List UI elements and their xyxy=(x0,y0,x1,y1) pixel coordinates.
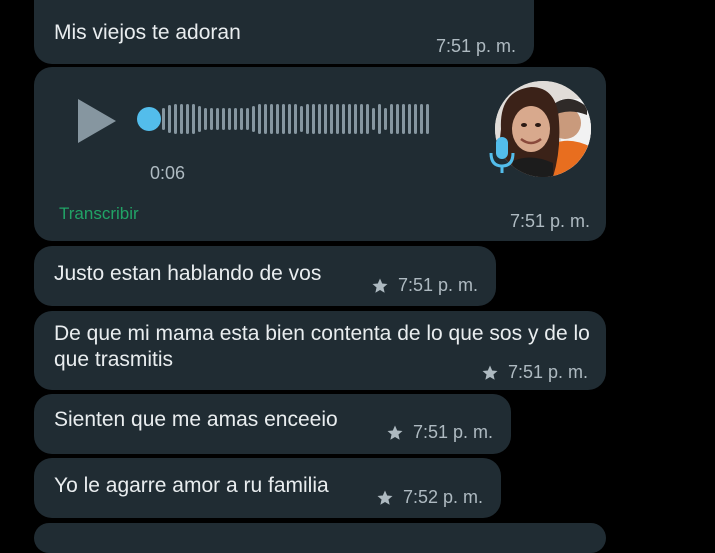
message-meta: 7:51 p. m. xyxy=(386,422,493,443)
message-time: 7:51 p. m. xyxy=(509,211,590,231)
waveform-bar xyxy=(300,106,303,132)
star-icon xyxy=(481,364,499,382)
message-time: 7:52 p. m. xyxy=(402,487,483,507)
waveform-bar xyxy=(408,104,411,134)
voice-message-bubble[interactable]: 0:06 Transcribir 7:51 p. m. xyxy=(34,67,606,241)
waveform-bar xyxy=(342,104,345,134)
waveform-bar xyxy=(216,108,219,130)
waveform-bar xyxy=(426,104,429,134)
waveform-bar xyxy=(294,104,297,134)
star-icon xyxy=(376,489,394,507)
message-meta: 7:51 p. m. xyxy=(371,275,478,296)
waveform-bar xyxy=(372,108,375,130)
waveform-bar xyxy=(378,104,381,134)
star-icon xyxy=(371,277,389,295)
voice-duration: 0:06 xyxy=(150,163,186,183)
waveform-bar xyxy=(288,104,291,134)
message-bubble[interactable]: Sienten que me amas enceeio 7:51 p. m. xyxy=(34,394,511,454)
voice-waveform[interactable] xyxy=(162,101,429,137)
message-bubble[interactable]: Justo estan hablando de vos 7:51 p. m. xyxy=(34,246,496,306)
waveform-bar xyxy=(168,105,171,133)
voice-progress-handle[interactable] xyxy=(137,107,161,131)
waveform-bar xyxy=(396,104,399,134)
message-meta: 7:52 p. m. xyxy=(376,487,483,508)
waveform-bar xyxy=(384,108,387,130)
waveform-bar xyxy=(402,104,405,134)
transcribe-link[interactable]: Transcribir xyxy=(59,204,139,224)
message-text: Yo le agarre amor a ru familia xyxy=(54,474,329,497)
waveform-bar xyxy=(264,104,267,134)
waveform-bar xyxy=(390,104,393,134)
play-button[interactable] xyxy=(76,97,120,145)
waveform-bar xyxy=(240,108,243,130)
message-text: Mis viejos te adoran xyxy=(54,21,241,44)
waveform-bar xyxy=(360,104,363,134)
waveform-bar xyxy=(414,104,417,134)
waveform-bar xyxy=(270,104,273,134)
waveform-bar xyxy=(312,104,315,134)
waveform-bar xyxy=(204,108,207,130)
message-text: Justo estan hablando de vos xyxy=(54,262,322,285)
message-time: 7:51 p. m. xyxy=(397,275,478,295)
message-bubble[interactable]: De que mi mama esta bien contenta de lo … xyxy=(34,311,606,390)
waveform-bar xyxy=(192,104,195,134)
waveform-bar xyxy=(258,104,261,134)
waveform-bar xyxy=(180,104,183,134)
waveform-bar xyxy=(420,104,423,134)
waveform-bar xyxy=(306,104,309,134)
waveform-bar xyxy=(210,108,213,130)
waveform-bar xyxy=(252,106,255,132)
message-time: 7:51 p. m. xyxy=(412,422,493,442)
message-time: 7:51 p. m. xyxy=(507,362,588,382)
waveform-bar xyxy=(348,104,351,134)
waveform-bar xyxy=(234,108,237,130)
waveform-bar xyxy=(186,104,189,134)
waveform-bar xyxy=(330,104,333,134)
waveform-bar xyxy=(162,108,165,130)
waveform-bar xyxy=(228,108,231,130)
microphone-icon xyxy=(489,135,515,175)
waveform-bar xyxy=(246,108,249,130)
message-meta: 7:51 p. m. xyxy=(481,362,588,383)
waveform-bar xyxy=(318,104,321,134)
play-icon xyxy=(78,99,116,143)
waveform-bar xyxy=(222,108,225,130)
waveform-bar xyxy=(324,104,327,134)
waveform-bar xyxy=(282,104,285,134)
message-bubble-partial[interactable]: Mis viejos te adoran 7:51 p. m. xyxy=(34,0,534,64)
message-text: Sienten que me amas enceeio xyxy=(54,408,338,431)
waveform-bar xyxy=(354,104,357,134)
message-bubble[interactable]: Yo le agarre amor a ru familia 7:52 p. m… xyxy=(34,458,501,518)
waveform-bar xyxy=(366,104,369,134)
message-time: 7:51 p. m. xyxy=(435,36,516,56)
waveform-bar xyxy=(276,104,279,134)
waveform-bar xyxy=(198,106,201,132)
waveform-bar xyxy=(174,104,177,134)
star-icon xyxy=(386,424,404,442)
waveform-bar xyxy=(336,104,339,134)
message-bubble-partial[interactable] xyxy=(34,523,606,553)
